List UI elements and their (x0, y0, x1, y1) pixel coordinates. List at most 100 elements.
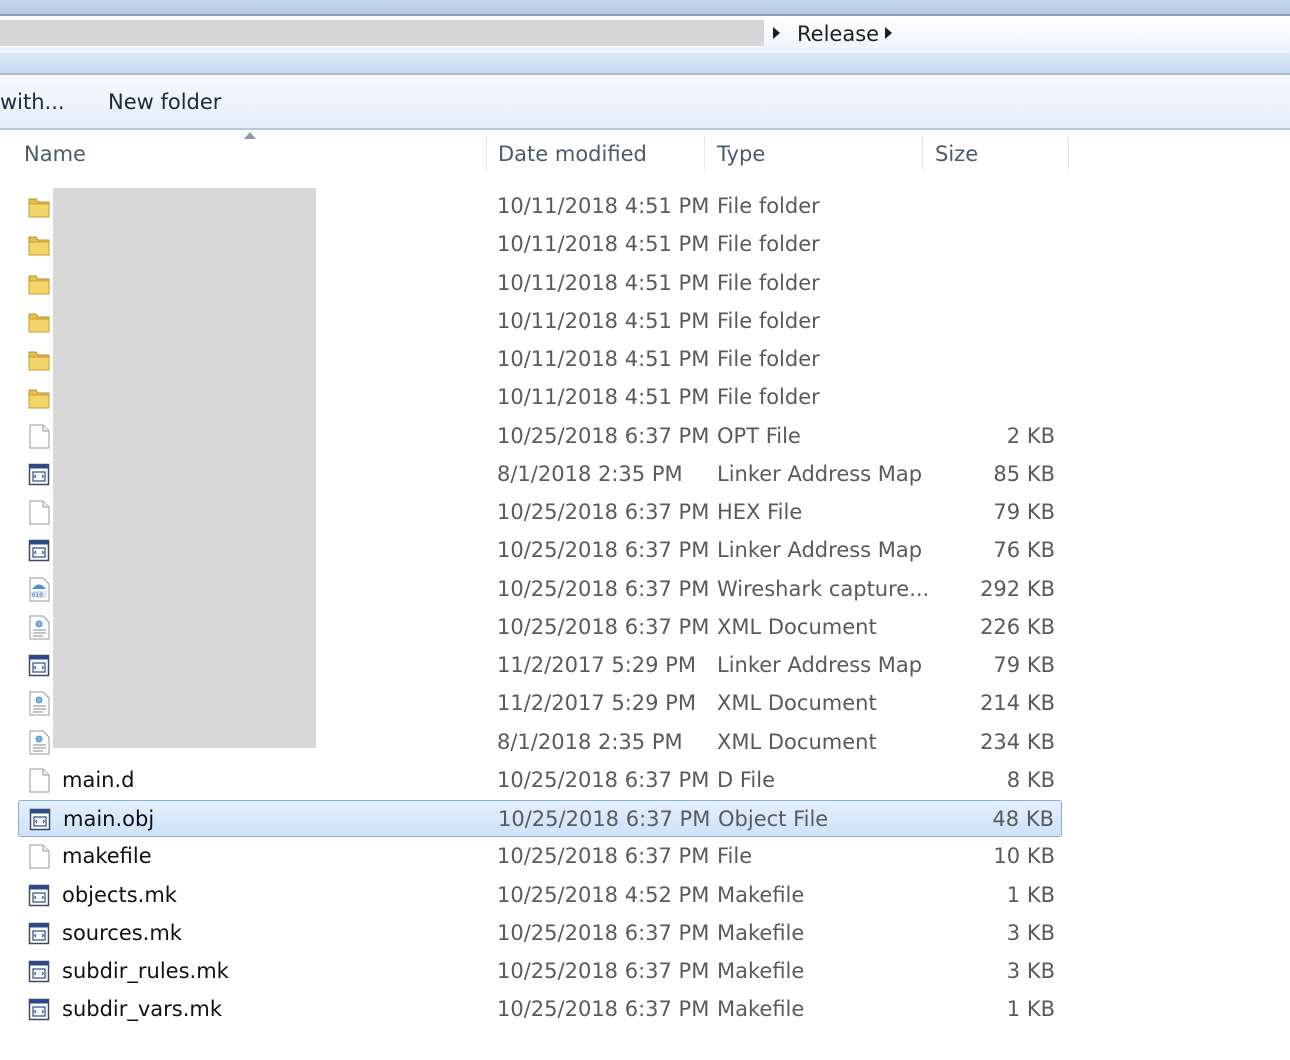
file-size: 3 KB (1006, 959, 1055, 983)
file-name: main.obj (63, 807, 155, 831)
svg-text:010: 010 (32, 592, 43, 599)
file-type: Linker Address Map (717, 461, 923, 486)
file-date-modified: 10/25/2018 6:37 PM (497, 959, 710, 983)
file-type: File folder (717, 232, 820, 257)
file-type: Makefile (717, 882, 805, 907)
file-date-modified: 10/11/2018 4:51 PM (497, 194, 710, 218)
file-date-modified: 10/11/2018 4:51 PM (497, 308, 710, 333)
file-type: XML Document (717, 691, 877, 716)
file-row[interactable]: subdir_vars.mk 10/25/2018 6:37 PM Makefile… (18, 991, 1062, 1028)
file-date-modified: 10/25/2018 6:37 PM (497, 997, 710, 1022)
file-type: Makefile (717, 959, 805, 983)
file-date-modified: 10/11/2018 4:51 PM (497, 232, 710, 257)
column-header-type[interactable]: Type (717, 133, 765, 175)
file-type: Linker Address Map (717, 653, 923, 677)
file-row[interactable]: sources.mk 10/25/2018 6:37 PM Makefile 3 KB (18, 915, 1062, 952)
file-type: HEX File (717, 500, 803, 524)
file-type: XML Document (717, 729, 877, 754)
file-type: OPT File (717, 423, 801, 448)
file-type: XML Document (717, 614, 877, 639)
app-file-icon (28, 959, 50, 984)
xml-file-icon (28, 691, 50, 716)
app-file-icon (28, 538, 50, 563)
window-top-strip (0, 0, 1290, 16)
file-type: File folder (717, 270, 820, 295)
file-size: 2 KB (1006, 423, 1055, 448)
file-type: File folder (717, 385, 820, 410)
file-size: 1 KB (1006, 997, 1055, 1022)
file-name: subdir_vars.mk (62, 997, 223, 1022)
file-size: 48 KB (992, 807, 1054, 831)
file-date-modified: 10/25/2018 4:52 PM (497, 882, 710, 907)
breadcrumb-arrow-icon[interactable] (885, 27, 892, 39)
file-size: 79 KB (993, 653, 1055, 677)
file-date-modified: 10/25/2018 6:37 PM (497, 614, 710, 639)
file-type: File folder (717, 308, 820, 333)
file-row[interactable]: main.obj 10/25/2018 6:37 PM Object File 48 … (18, 800, 1062, 837)
capture-file-icon: 010 (28, 577, 50, 602)
redacted-path (0, 20, 764, 46)
file-type: D File (717, 767, 775, 792)
file-date-modified: 10/25/2018 6:37 PM (498, 807, 711, 831)
folder-icon (28, 232, 50, 257)
address-bar-bottom-strip (0, 53, 1290, 75)
file-name: sources.mk (62, 920, 182, 945)
app-file-icon (28, 883, 50, 908)
file-type: File (717, 844, 753, 869)
file-type: Linker Address Map (717, 538, 923, 563)
file-size: 79 KB (993, 500, 1055, 524)
blank-file-icon (28, 500, 50, 525)
file-date-modified: 10/11/2018 4:51 PM (497, 347, 710, 371)
column-header-name[interactable]: Name (24, 133, 86, 175)
file-size: 214 KB (980, 691, 1055, 716)
file-date-modified: 10/11/2018 4:51 PM (497, 385, 710, 410)
file-date-modified: 11/2/2017 5:29 PM (497, 653, 696, 677)
file-date-modified: 10/25/2018 6:37 PM (497, 767, 710, 792)
redacted-filenames (53, 188, 316, 748)
breadcrumb-arrow-icon[interactable] (773, 27, 780, 39)
sort-ascending-icon (244, 132, 256, 139)
column-header-size[interactable]: Size (935, 133, 978, 175)
column-header-date-modified[interactable]: Date modified (498, 133, 647, 175)
file-size: 1 KB (1006, 882, 1055, 907)
file-name: main.d (62, 767, 135, 792)
column-divider[interactable] (1068, 133, 1069, 171)
new-folder-button[interactable]: New folder (108, 88, 221, 116)
file-date-modified: 8/1/2018 2:35 PM (497, 461, 683, 486)
file-row[interactable]: subdir_rules.mk 10/25/2018 6:37 PM Makefil… (18, 953, 1062, 990)
file-size: 226 KB (980, 614, 1055, 639)
file-row[interactable]: makefile 10/25/2018 6:37 PM File 10 KB (18, 838, 1062, 875)
file-name: objects.mk (62, 882, 177, 907)
blank-file-icon (28, 844, 50, 869)
file-size: 10 KB (993, 844, 1055, 869)
file-size: 292 KB (980, 576, 1055, 601)
app-file-icon (28, 997, 50, 1022)
file-type: Object File (718, 807, 829, 831)
file-name: subdir_rules.mk (62, 959, 229, 983)
file-date-modified: 10/25/2018 6:37 PM (497, 920, 710, 945)
file-date-modified: 11/2/2017 5:29 PM (497, 691, 696, 716)
file-type: Makefile (717, 920, 805, 945)
column-divider[interactable] (486, 133, 487, 171)
folder-icon (28, 385, 50, 410)
file-date-modified: 10/25/2018 6:37 PM (497, 538, 710, 563)
column-divider[interactable] (922, 133, 923, 171)
breadcrumb-release[interactable]: Release (797, 20, 879, 48)
address-bar[interactable]: Release (0, 16, 1290, 54)
file-size: 76 KB (993, 538, 1055, 563)
column-divider[interactable] (704, 133, 705, 171)
command-toolbar: with... New folder (0, 76, 1290, 130)
blank-file-icon (28, 768, 50, 793)
file-type: Wireshark capture... (717, 576, 930, 601)
file-size: 8 KB (1006, 767, 1055, 792)
app-file-icon (28, 653, 50, 678)
file-row[interactable]: main.d 10/25/2018 6:37 PM D File 8 KB (18, 762, 1062, 799)
file-date-modified: 10/25/2018 6:37 PM (497, 844, 710, 869)
file-size: 234 KB (980, 729, 1055, 754)
file-date-modified: 10/11/2018 4:51 PM (497, 270, 710, 295)
app-file-icon (28, 921, 50, 946)
open-with-button[interactable]: with... (0, 88, 65, 116)
xml-file-icon (28, 615, 50, 640)
file-type: File folder (717, 194, 820, 218)
file-row[interactable]: objects.mk 10/25/2018 4:52 PM Makefile 1 KB (18, 877, 1062, 914)
